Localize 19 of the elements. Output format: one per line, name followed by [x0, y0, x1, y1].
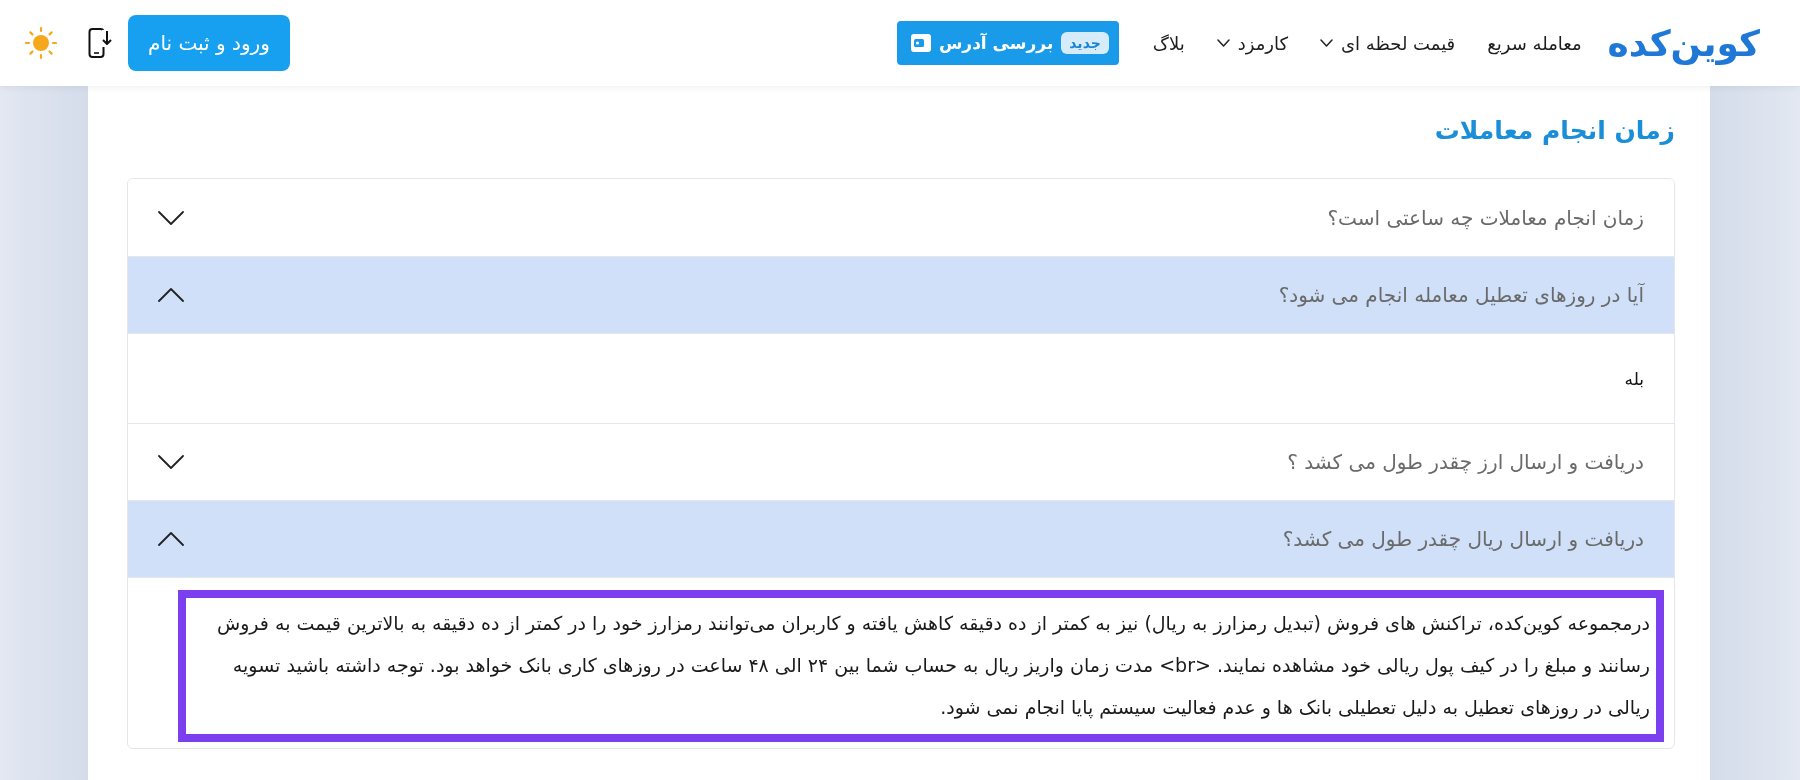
- chevron-down-icon: [158, 455, 184, 469]
- chevron-up-icon: [158, 288, 184, 302]
- login-register-button[interactable]: ورود و ثبت نام: [128, 15, 290, 71]
- address-check-button[interactable]: جدید بررسی آدرس: [896, 21, 1119, 65]
- faq-answer: درمجموعه کوین‌کده، تراکنش های فروش (تبدیل رمزارز به ریال) نیز به کمتر از ده دقیقه کاهش یافته و کاربران می‌توانند رمزارز خود را در کمتر از ده دقیقه به بالاترین قیمت به فروش رسانند و مبلغ را در کیف پول ریالی خود مشاهده نمایند. <br> مدت زمان واریز ریال به حساب شما بین ۲۴ الی ۴۸ ساعت در روزهای کاری بانک خواهد بود. توجه داشته باشید تسویه ریالی در روزهای تعطیل به دلیل تعطیلی بانک ها و عدم فعالیت سیستم پایا انجام نمی شود.: [216, 611, 1650, 721]
- nav-link[interactable]: بلاگ: [1152, 32, 1185, 54]
- faq-answer: بله: [1624, 368, 1644, 389]
- logo[interactable]: کوین‌کده: [1607, 22, 1760, 64]
- phone-download-icon[interactable]: [88, 27, 112, 59]
- nav-link[interactable]: معامله سریع: [1487, 32, 1582, 54]
- wallet-icon: [910, 34, 931, 52]
- new-badge: جدید: [1061, 32, 1109, 54]
- section-title: زمان انجام معاملات: [1433, 115, 1675, 147]
- faq-question[interactable]: دریافت و ارسال ریال چقدر طول می کشد؟: [128, 500, 1674, 577]
- nav-link[interactable]: کارمزد: [1216, 32, 1289, 54]
- faq-question[interactable]: آیا در روزهای تعطیل معامله انجام می شود؟: [128, 256, 1674, 333]
- chevron-up-icon: [158, 532, 184, 546]
- nav-link[interactable]: قیمت لحظه ای: [1320, 32, 1456, 54]
- chevron-down-icon: [158, 210, 184, 225]
